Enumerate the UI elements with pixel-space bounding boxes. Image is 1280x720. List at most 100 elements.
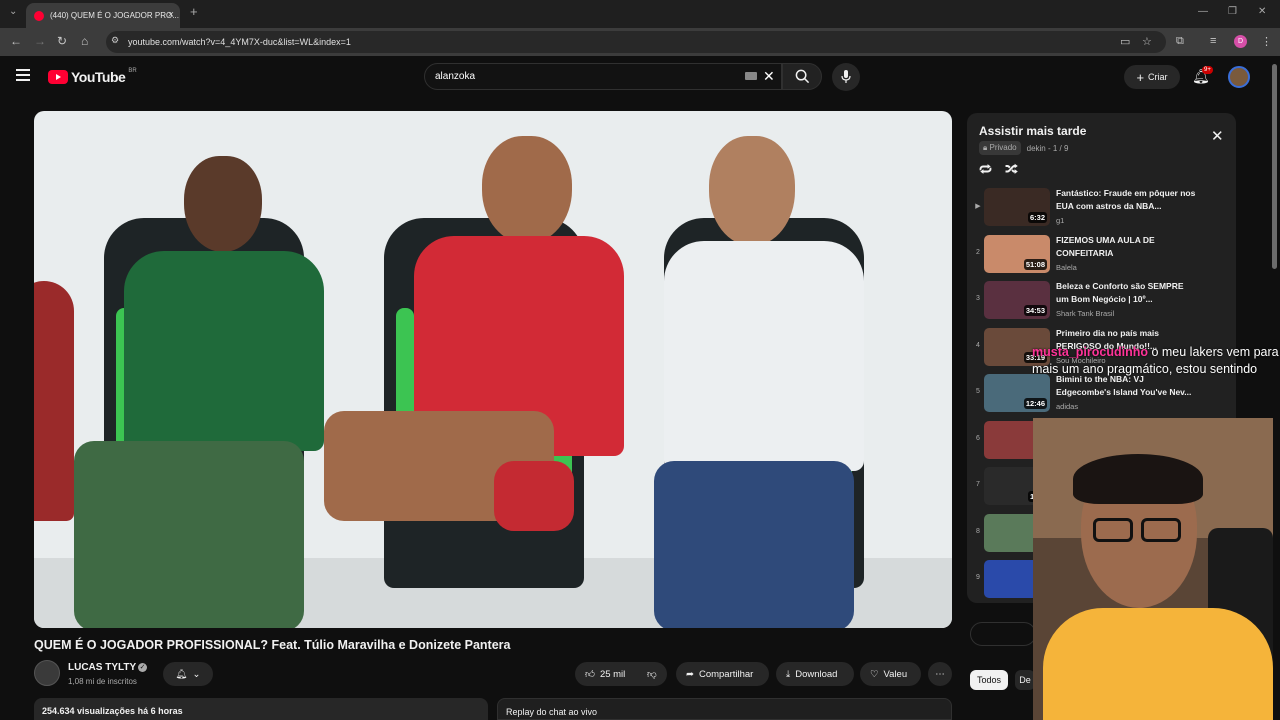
download-label: Download bbox=[795, 668, 838, 680]
page-scrollbar[interactable] bbox=[1272, 64, 1277, 269]
playlist-item-channel: Shark Tank Brasil bbox=[1056, 309, 1115, 318]
verified-badge-icon: ✓ bbox=[138, 663, 147, 672]
playlist-item-index: ▶ bbox=[975, 203, 981, 210]
chat-replay-box[interactable]: Replay do chat ao vivo bbox=[497, 698, 952, 720]
close-playlist-icon[interactable]: ✕ bbox=[1211, 127, 1224, 145]
browser-tab-strip: ⌄ (440) QUEM É O JOGADOR PRO... × + — ❐ … bbox=[0, 0, 1280, 28]
playlist-item-index: 6 bbox=[976, 434, 980, 442]
playlist-item-index: 9 bbox=[976, 574, 980, 581]
playlist-owner-progress: dekin - 1 / 9 bbox=[1026, 143, 1069, 153]
voice-search-button[interactable] bbox=[832, 63, 860, 91]
youtube-logo[interactable]: YouTube BR bbox=[48, 68, 137, 85]
more-horizontal-icon: ⋯ bbox=[935, 668, 945, 680]
playlist-item-thumbnail[interactable]: 34:53 bbox=[984, 281, 1050, 319]
extensions-icon[interactable]: ⧉ bbox=[1176, 35, 1184, 48]
reading-list-icon[interactable]: ≡ bbox=[1210, 35, 1216, 47]
playlist-item-channel: g1 bbox=[1056, 216, 1065, 225]
minimize-icon[interactable]: — bbox=[1198, 6, 1208, 17]
playlist-item-thumbnail[interactable]: 12:46 bbox=[984, 374, 1050, 412]
back-icon[interactable]: ← bbox=[10, 34, 22, 48]
hamburger-menu-icon[interactable] bbox=[16, 69, 30, 81]
playlist-meta: 🔒︎ Privado dekin - 1 / 9 bbox=[979, 141, 1068, 155]
account-avatar[interactable] bbox=[1228, 66, 1250, 88]
playlist-item-thumbnail[interactable]: 51:08 bbox=[984, 234, 1050, 273]
share-button[interactable]: ➦ Compartilhar bbox=[676, 662, 769, 686]
url-text: youtube.com/watch?v=4_4YM7X-duc&list=WL&… bbox=[128, 37, 351, 47]
chat-username: musta_pirocudinho bbox=[1032, 345, 1148, 359]
playlist-item-thumbnail[interactable]: 6:32 bbox=[984, 188, 1050, 226]
playlist-item-index: 4 bbox=[976, 341, 980, 349]
description-box[interactable]: 254.634 visualizações há 6 horas bbox=[34, 698, 488, 720]
playlist-title[interactable]: Assistir mais tarde bbox=[979, 124, 1086, 138]
tab-search-icon[interactable]: ⌄ bbox=[9, 6, 17, 17]
restore-icon[interactable]: ❐ bbox=[1228, 6, 1237, 17]
playlist-item[interactable]: 5 12:46 Bimini to the NBA: VJ Edgecombe's … bbox=[967, 372, 1236, 418]
search-button[interactable] bbox=[782, 63, 822, 90]
playlist-item-index: 2 bbox=[976, 248, 980, 256]
playlist-item-duration: 12:46 bbox=[1023, 398, 1047, 409]
search-query: alanzoka bbox=[435, 71, 476, 82]
bell-icon: 🔔︎ bbox=[175, 668, 188, 680]
playlist-item[interactable]: 2 51:08 FIZEMOS UMA AULA DE CONFEITARIA Bal… bbox=[967, 233, 1236, 279]
browser-profile-avatar[interactable]: D bbox=[1234, 35, 1247, 48]
stream-chat-message: musta_pirocudinho o meu lakers vem para … bbox=[1032, 344, 1280, 378]
new-tab-icon[interactable]: + bbox=[190, 4, 198, 19]
bookmark-star-icon[interactable]: ☆ bbox=[1142, 35, 1152, 48]
playlist-item-duration: 34:53 bbox=[1023, 305, 1047, 316]
playlist-item-title[interactable]: FIZEMOS UMA AULA DE CONFEITARIA bbox=[1056, 234, 1196, 260]
download-icon: ⤓ bbox=[786, 668, 791, 680]
chat-replay-label: Replay do chat ao vivo bbox=[506, 707, 598, 717]
playlist-item-index: 5 bbox=[976, 388, 980, 395]
privacy-badge: 🔒︎ Privado bbox=[979, 141, 1021, 155]
views-and-date: 254.634 visualizações há 6 horas bbox=[42, 706, 183, 716]
playlist-item-index: 8 bbox=[976, 527, 980, 535]
playlist-item-title[interactable]: Fantástico: Fraude em pôquer nos EUA com… bbox=[1056, 187, 1196, 213]
chat-input-partial[interactable] bbox=[970, 622, 1036, 646]
close-tab-icon[interactable]: × bbox=[168, 9, 174, 21]
more-actions-button[interactable]: ⋯ bbox=[928, 662, 952, 686]
chip-all[interactable]: Todos bbox=[970, 670, 1008, 690]
subscribe-notification-button[interactable]: 🔔︎ ⌄ bbox=[163, 662, 213, 686]
shuffle-icon[interactable]: 🔀︎ bbox=[1005, 160, 1018, 179]
site-info-icon[interactable]: ⚙ bbox=[111, 35, 119, 46]
close-window-icon[interactable]: ✕ bbox=[1258, 6, 1266, 17]
thumbs-down-icon: 👎︎ bbox=[647, 669, 657, 680]
playlist-item[interactable]: ▶ 6:32 Fantástico: Fraude em pôquer nos EU… bbox=[967, 186, 1236, 232]
channel-name[interactable]: LUCAS TYLTY bbox=[68, 662, 136, 673]
forward-icon[interactable]: → bbox=[34, 34, 46, 48]
playlist-item[interactable]: 3 34:53 Beleza e Conforto são SEMPRE um Bo… bbox=[967, 279, 1236, 325]
address-bar[interactable]: youtube.com/watch?v=4_4YM7X-duc&list=WL&… bbox=[106, 31, 1166, 53]
create-button[interactable]: + Criar bbox=[1124, 65, 1180, 89]
download-button[interactable]: ⤓ Download bbox=[776, 662, 854, 686]
like-button[interactable]: 👍︎ 25 mil bbox=[575, 662, 641, 686]
reload-icon[interactable]: ↻ bbox=[57, 34, 67, 48]
browser-tab[interactable]: (440) QUEM É O JOGADOR PRO... × bbox=[26, 3, 180, 28]
chevron-down-icon: ⌄ bbox=[192, 668, 201, 680]
video-player[interactable] bbox=[34, 111, 952, 628]
like-count: 25 mil bbox=[599, 668, 626, 680]
search-input[interactable]: alanzoka ✕ bbox=[424, 63, 782, 90]
playlist-item-duration: 6:32 bbox=[1027, 212, 1047, 223]
browser-menu-icon[interactable]: ⋮ bbox=[1261, 35, 1272, 48]
keyboard-icon[interactable] bbox=[745, 72, 757, 80]
clear-search-icon[interactable]: ✕ bbox=[763, 68, 775, 85]
dislike-button[interactable]: 👎︎ bbox=[641, 662, 667, 686]
streamer-hair bbox=[1073, 454, 1203, 504]
youtube-favicon-icon bbox=[34, 10, 44, 21]
lock-icon: 🔒︎ bbox=[983, 143, 988, 152]
chip-second[interactable]: De bbox=[1015, 670, 1035, 690]
glasses-right-lens bbox=[1141, 518, 1181, 542]
home-icon[interactable]: ⌂ bbox=[81, 34, 88, 48]
cast-icon[interactable]: ▭ bbox=[1120, 35, 1130, 48]
video-title: QUEM É O JOGADOR PROFISSIONAL? Feat. Túl… bbox=[34, 638, 511, 652]
playlist-item-title[interactable]: Beleza e Conforto são SEMPRE um Bom Negó… bbox=[1056, 280, 1196, 306]
glasses-left-lens bbox=[1093, 518, 1133, 542]
privacy-label: Privado bbox=[989, 143, 1017, 152]
channel-avatar[interactable] bbox=[34, 660, 60, 686]
loop-icon[interactable]: 🔁︎ bbox=[979, 160, 992, 179]
share-label: Compartilhar bbox=[698, 668, 754, 680]
notification-count-badge: 9+ bbox=[1202, 66, 1213, 74]
thanks-button[interactable]: ♡ Valeu bbox=[860, 662, 921, 686]
thanks-label: Valeu bbox=[883, 668, 908, 680]
tab-title: (440) QUEM É O JOGADOR PRO... bbox=[50, 11, 179, 20]
